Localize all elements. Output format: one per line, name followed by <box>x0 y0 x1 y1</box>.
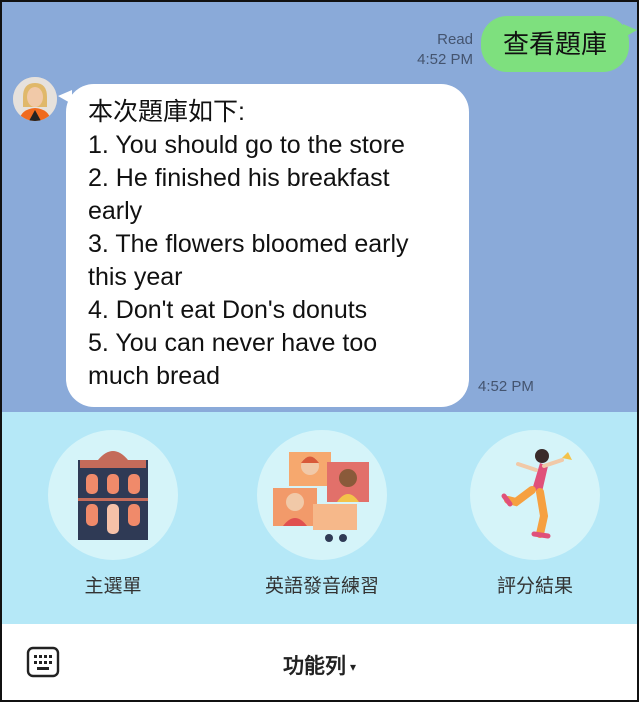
people-video-icon <box>273 452 369 542</box>
avatar-icon <box>13 77 57 121</box>
sent-message: Read 4:52 PM 查看題庫 <box>417 16 637 72</box>
message-line: 本次題庫如下: <box>88 98 245 126</box>
message-line: much bread <box>88 362 221 390</box>
message-line: 2. He finished his breakfast <box>88 164 390 192</box>
menu-item-pronunciation[interactable]: 英語發音練習 <box>242 430 402 598</box>
user-avatar[interactable] <box>13 77 57 121</box>
dancer-icon <box>501 449 572 539</box>
menu-label: 評分結果 <box>496 576 573 597</box>
message-line: early <box>88 197 143 225</box>
menu-circle <box>257 430 387 560</box>
message-line: 3. The flowers bloomed early <box>88 230 409 258</box>
read-status: Read <box>437 31 473 48</box>
received-bubble[interactable]: 本次題庫如下: 1. You should go to the store 2.… <box>58 84 469 407</box>
menu-item-main[interactable]: 主選單 <box>33 430 193 598</box>
bottom-bar: 功能列 ▾ <box>2 624 637 700</box>
message-line: this year <box>88 263 183 291</box>
menu-label: 英語發音練習 <box>264 576 379 597</box>
menu-item-score[interactable]: 評分結果 <box>455 430 615 598</box>
menu-circle <box>48 430 178 560</box>
menu-toggle-button[interactable]: 功能列 ▾ <box>2 650 637 680</box>
app-frame: Read 4:52 PM 查看題庫 本次題庫如下: 1. You should … <box>0 0 639 702</box>
menu-circle <box>470 430 600 560</box>
sent-time: 4:52 PM <box>417 51 473 68</box>
sent-meta: Read 4:52 PM <box>417 30 473 70</box>
message-line: 1. You should go to the store <box>88 131 405 159</box>
sent-bubble[interactable]: 查看題庫 <box>480 16 637 72</box>
rich-menu: 主選單 英語發音練習 評分結果 <box>2 412 637 624</box>
chat-area[interactable]: Read 4:52 PM 查看題庫 本次題庫如下: 1. You should … <box>2 2 637 412</box>
menu-label: 主選單 <box>84 576 142 597</box>
chevron-down-icon: ▾ <box>349 660 357 675</box>
menu-toggle-label: 功能列 <box>282 655 346 678</box>
building-icon <box>78 451 148 540</box>
message-line: 5. You can never have too <box>88 329 378 357</box>
received-time: 4:52 PM <box>478 378 534 395</box>
message-line: 4. Don't eat Don's donuts <box>88 296 368 324</box>
